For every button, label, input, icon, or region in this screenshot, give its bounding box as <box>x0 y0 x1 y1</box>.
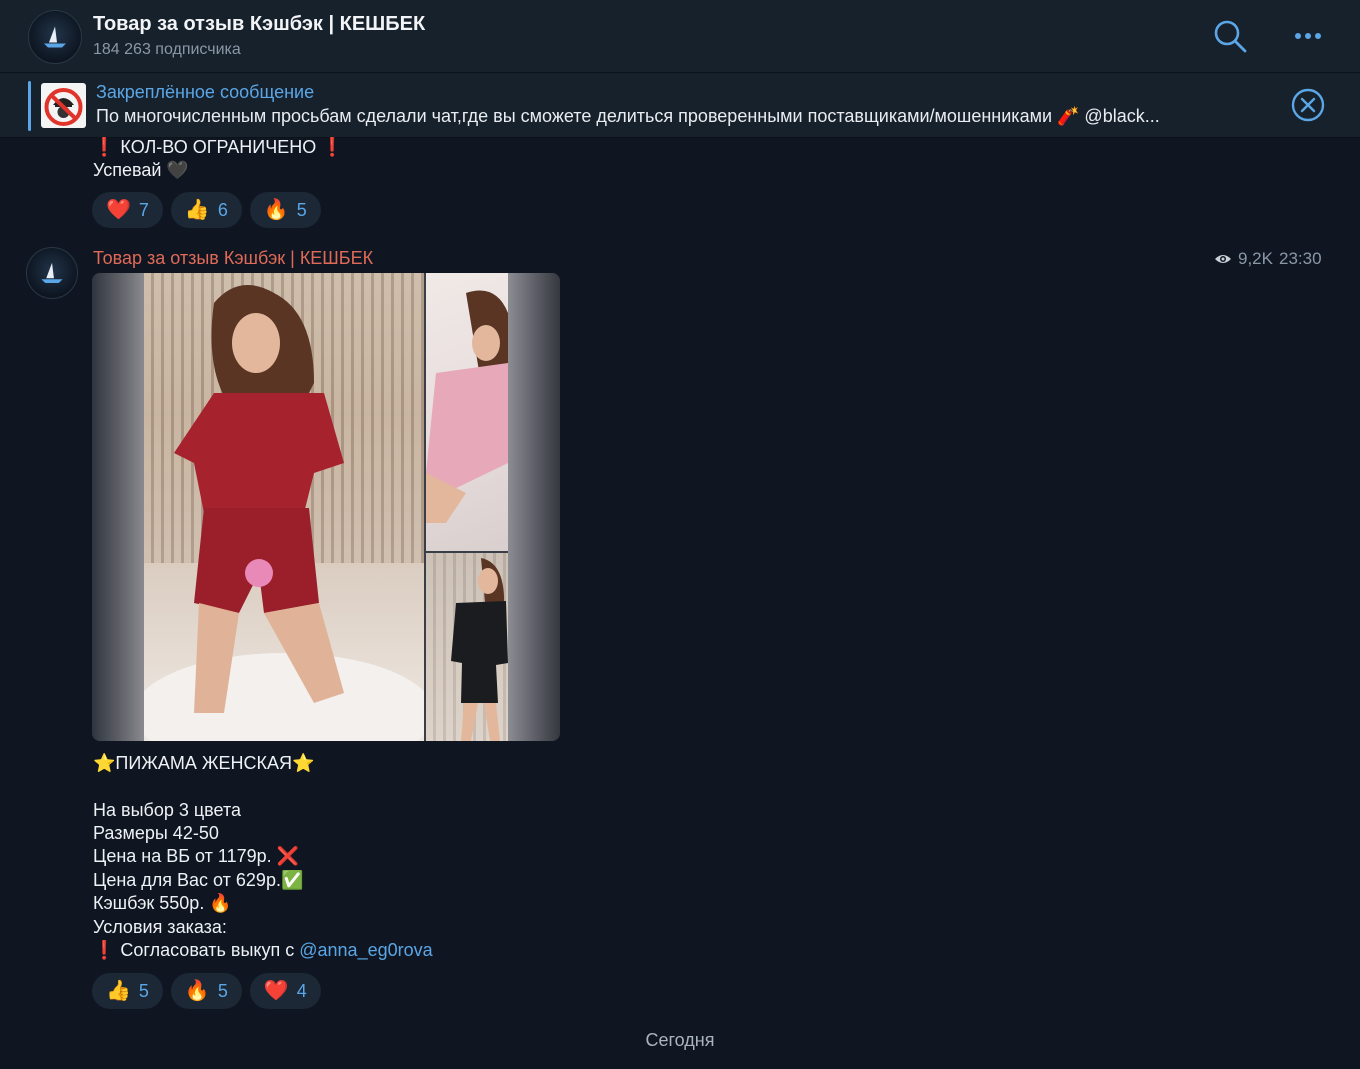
ship-icon <box>44 26 66 48</box>
prev-message-line: Успевай 🖤 <box>93 160 189 180</box>
pinned-text: По многочисленным просьбам сделали чат,г… <box>96 106 1160 126</box>
channel-avatar-logo <box>27 257 77 290</box>
mention-link[interactable]: @anna_eg0rova <box>299 940 432 960</box>
channel-avatar[interactable] <box>28 10 82 64</box>
reaction-count: 5 <box>138 980 149 1001</box>
message-line: Цена для Вас от 629р.✅ <box>93 870 304 890</box>
more-dots-icon <box>1295 33 1321 39</box>
thumbs-up-icon: 👍 <box>106 980 131 1002</box>
close-pinned-button[interactable] <box>1290 87 1326 123</box>
reaction-heart[interactable]: ❤️ 7 <box>92 192 163 228</box>
more-menu-button[interactable] <box>1288 22 1328 50</box>
reaction-count: 4 <box>296 980 307 1001</box>
message-line: Кэшбэк 550р. 🔥 <box>93 893 232 913</box>
message-reactions: 👍 5 🔥 5 ❤️ 4 <box>92 973 321 1009</box>
reaction-fire[interactable]: 🔥 5 <box>170 973 242 1009</box>
reaction-count: 7 <box>138 199 149 220</box>
reaction-fire[interactable]: 🔥 5 <box>249 192 321 228</box>
message-line: Размеры 42-50 <box>93 823 219 843</box>
pinned-title: Закреплённое сообщение <box>96 82 315 102</box>
search-button[interactable] <box>1212 18 1248 54</box>
eye-icon <box>1215 255 1231 263</box>
prev-message-line: ❗ КОЛ-ВО ОГРАНИЧЕНО ❗ <box>93 137 344 157</box>
subscriber-count: 184 263 подписчика <box>93 41 241 58</box>
reaction-count: 5 <box>217 980 228 1001</box>
fire-icon: 🔥 <box>263 199 289 221</box>
thumbs-up-icon: 👍 <box>184 199 210 221</box>
photo-black-pajama <box>426 553 508 741</box>
message-line: Условия заказа: <box>93 917 227 937</box>
pinned-message-bar[interactable]: Закреплённое сообщение По многочисленным… <box>0 73 1360 138</box>
message-line: Цена на ВБ от 1179р. ❌ <box>93 846 300 866</box>
heart-icon: ❤️ <box>263 980 289 1002</box>
channel-avatar-logo <box>29 21 81 54</box>
message-meta: 9,2K 23:30 <box>1214 249 1322 269</box>
pinned-indicator <box>28 81 31 131</box>
message-author[interactable]: Товар за отзыв Кэшбэк | КЕШБЕК <box>93 248 373 269</box>
message-photo[interactable] <box>92 273 560 741</box>
reaction-heart[interactable]: ❤️ 4 <box>249 973 321 1009</box>
date-separator: Сегодня <box>645 1030 715 1050</box>
search-icon <box>1214 20 1247 53</box>
no-scam-icon <box>44 88 83 126</box>
reaction-count: 6 <box>217 199 228 220</box>
order-line: ❗ Согласовать выкуп с @anna_eg0rova <box>93 939 433 962</box>
photo-pink-pajama <box>426 273 508 551</box>
ship-icon <box>41 262 63 284</box>
heart-icon: ❤️ <box>106 199 131 221</box>
message-time: 23:30 <box>1278 249 1322 268</box>
pinned-thumbnail <box>41 83 86 128</box>
view-count: 9,2K <box>1238 249 1273 268</box>
channel-title[interactable]: Товар за отзыв Кэшбэк | КЕШБЕК <box>93 13 425 36</box>
message-line: На выбор 3 цвета <box>93 800 241 820</box>
photo-blur-right <box>508 273 560 741</box>
message-line: ⭐ПИЖАМА ЖЕНСКАЯ⭐ <box>93 753 315 773</box>
fire-icon: 🔥 <box>184 980 210 1002</box>
reaction-thumbs-up[interactable]: 👍 5 <box>92 973 163 1009</box>
prev-reactions: ❤️ 7 👍 6 🔥 5 <box>92 192 321 228</box>
close-icon <box>1291 88 1325 122</box>
reaction-thumbs-up[interactable]: 👍 6 <box>170 192 242 228</box>
order-prefix: ❗ Согласовать выкуп с <box>93 940 300 960</box>
chat-header: Товар за отзыв Кэшбэк | КЕШБЕК 184 263 п… <box>0 0 1360 73</box>
photo-red-pajama <box>144 273 424 741</box>
message-avatar[interactable] <box>26 247 78 299</box>
reaction-count: 5 <box>296 199 307 220</box>
photo-blur-left <box>92 273 144 741</box>
